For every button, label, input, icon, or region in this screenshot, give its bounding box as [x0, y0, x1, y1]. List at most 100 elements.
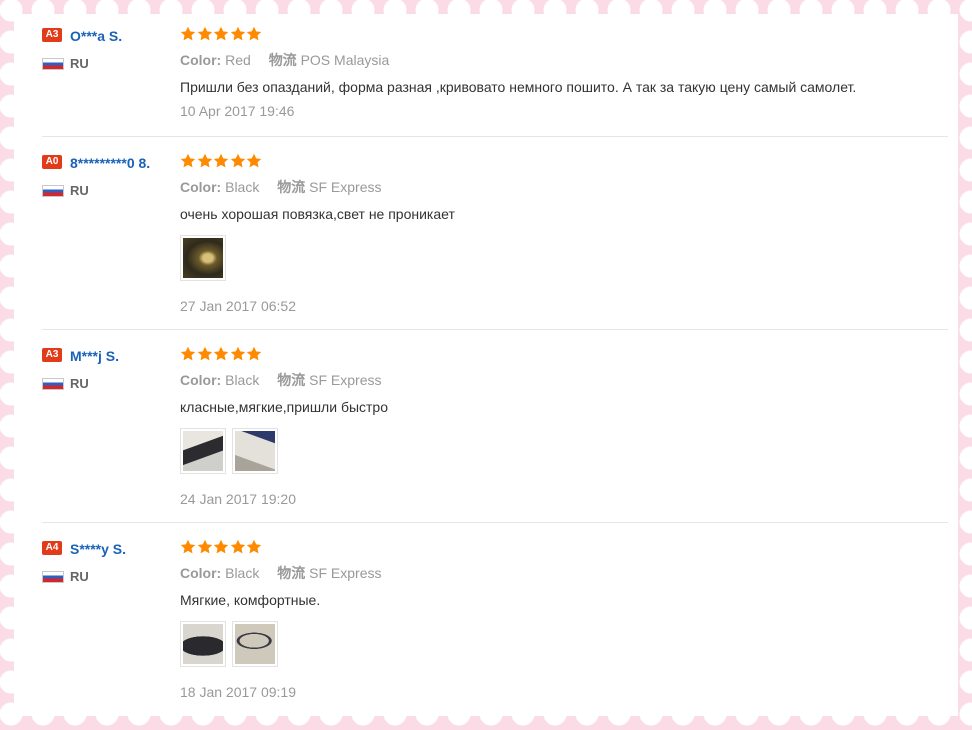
- review-content: Color: Black 物流 SF Express класные,мягки…: [180, 346, 950, 508]
- star-icon: [246, 26, 262, 41]
- review-photo-thumbnail[interactable]: [232, 428, 278, 474]
- reviewer-info: A0 8*********0 8. RU: [42, 153, 174, 198]
- review-photo: [183, 431, 223, 471]
- review-photo-thumbnail[interactable]: [180, 235, 226, 281]
- review-photo-thumbnail[interactable]: [180, 428, 226, 474]
- star-icon: [213, 346, 229, 361]
- color-label: Color:: [180, 565, 222, 581]
- star-icon: [213, 26, 229, 41]
- star-icon: [180, 539, 196, 554]
- shipping-label: 物流: [277, 565, 306, 581]
- review-content: Color: Black 物流 SF Express очень хорошая…: [180, 153, 950, 315]
- review-item: A3 M***j S. RU Color: Black 物流 SF Express: [42, 346, 948, 522]
- review-text: очень хорошая повязка,свет не проникает: [180, 206, 455, 222]
- star-icon: [213, 153, 229, 168]
- russia-flag-icon: [42, 184, 64, 197]
- review-photos: [180, 235, 950, 281]
- review-item: A3 O***a S. RU Color: Red 物流 POS Malaysia: [42, 26, 948, 136]
- color-label: Color:: [180, 179, 222, 195]
- shipping-value: SF Express: [309, 372, 382, 388]
- review-content: Color: Red 物流 POS Malaysia Пришли без оп…: [180, 26, 950, 120]
- star-icon: [230, 539, 245, 554]
- reviewer-country: RU: [42, 569, 174, 584]
- review-date: 24 Jan 2017 19:20: [180, 491, 296, 507]
- review-photos: [180, 428, 950, 474]
- star-rating: [180, 26, 950, 42]
- color-value: Black: [225, 372, 260, 388]
- russia-flag-icon: [42, 570, 64, 583]
- star-icon: [180, 153, 196, 168]
- review-content: Color: Black 物流 SF Express Мягкие, комфо…: [180, 539, 950, 701]
- review-item: A0 8*********0 8. RU Color: Black 物流 SF E…: [42, 153, 948, 329]
- reviewer-country: RU: [42, 376, 174, 391]
- review-photo: [183, 624, 223, 664]
- review-date: 10 Apr 2017 19:46: [180, 103, 295, 119]
- level-badge: A3: [42, 348, 62, 362]
- russia-flag-icon: [42, 377, 64, 390]
- star-icon: [230, 346, 245, 361]
- review-photo: [183, 238, 223, 278]
- level-badge: A4: [42, 541, 62, 555]
- country-code: RU: [70, 569, 89, 584]
- reviewer-info: A3 O***a S. RU: [42, 26, 174, 71]
- color-label: Color:: [180, 372, 222, 388]
- shipping-value: SF Express: [309, 179, 382, 195]
- color-label: Color:: [180, 52, 222, 68]
- review-divider: [42, 329, 948, 330]
- russia-flag-icon: [42, 57, 64, 70]
- review-meta: Color: Black 物流 SF Express: [180, 371, 950, 389]
- star-icon: [197, 539, 212, 554]
- star-icon: [180, 346, 196, 361]
- star-icon: [246, 346, 262, 361]
- reviews-panel: A3 O***a S. RU Color: Red 物流 POS Malaysia: [14, 14, 958, 716]
- level-badge: A0: [42, 155, 62, 169]
- review-date: 27 Jan 2017 06:52: [180, 298, 296, 314]
- review-divider: [42, 136, 948, 137]
- star-rating: [180, 153, 950, 169]
- star-icon: [197, 153, 212, 168]
- review-meta: Color: Black 物流 SF Express: [180, 178, 950, 196]
- review-text: Мягкие, комфортные.: [180, 592, 321, 608]
- reviewer-name[interactable]: O***a S.: [70, 28, 122, 44]
- reviewer-name[interactable]: S****y S.: [70, 541, 126, 557]
- reviewer-name[interactable]: M***j S.: [70, 348, 119, 364]
- level-badge: A3: [42, 28, 62, 42]
- country-code: RU: [70, 376, 89, 391]
- review-text: Пришли без опазданий, форма разная ,крив…: [180, 79, 857, 95]
- star-rating: [180, 539, 950, 555]
- review-photo-thumbnail[interactable]: [232, 621, 278, 667]
- review-date: 18 Jan 2017 09:19: [180, 684, 296, 700]
- review-divider: [42, 522, 948, 523]
- reviewer-country: RU: [42, 56, 174, 71]
- shipping-value: POS Malaysia: [300, 52, 390, 68]
- review-photo-thumbnail[interactable]: [180, 621, 226, 667]
- star-rating: [180, 346, 950, 362]
- shipping-label: 物流: [268, 52, 297, 68]
- shipping-value: SF Express: [309, 565, 382, 581]
- star-icon: [230, 26, 245, 41]
- review-meta: Color: Red 物流 POS Malaysia: [180, 51, 950, 69]
- review-photo: [235, 624, 275, 664]
- review-photos: [180, 621, 950, 667]
- star-icon: [180, 26, 196, 41]
- color-value: Black: [225, 565, 260, 581]
- review-meta: Color: Black 物流 SF Express: [180, 564, 950, 582]
- star-icon: [230, 153, 245, 168]
- shipping-label: 物流: [277, 179, 306, 195]
- color-value: Black: [225, 179, 260, 195]
- star-icon: [213, 539, 229, 554]
- star-icon: [197, 346, 212, 361]
- reviewer-country: RU: [42, 183, 174, 198]
- reviewer-info: A4 S****y S. RU: [42, 539, 174, 584]
- color-value: Red: [225, 52, 251, 68]
- star-icon: [246, 539, 262, 554]
- reviewer-info: A3 M***j S. RU: [42, 346, 174, 391]
- shipping-label: 物流: [277, 372, 306, 388]
- country-code: RU: [70, 56, 89, 71]
- review-item: A4 S****y S. RU Color: Black 物流 SF Expres…: [42, 539, 948, 715]
- country-code: RU: [70, 183, 89, 198]
- reviewer-name[interactable]: 8*********0 8.: [70, 155, 150, 171]
- review-text: класные,мягкие,пришли быстро: [180, 399, 389, 415]
- star-icon: [197, 26, 212, 41]
- review-photo: [235, 431, 275, 471]
